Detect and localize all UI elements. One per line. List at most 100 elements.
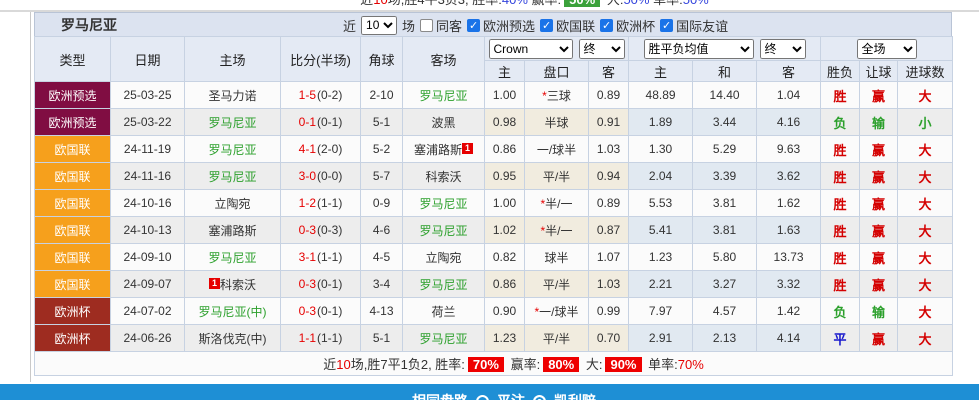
radio-unchecked-icon[interactable] bbox=[476, 394, 489, 400]
home-team: 罗马尼亚 bbox=[184, 243, 281, 271]
summary-win-rate-badge: 70% bbox=[467, 357, 504, 372]
col-header-eu-draw: 和 bbox=[692, 60, 758, 82]
match-date: 24-09-07 bbox=[110, 270, 185, 298]
ah-away-odds: 0.89 bbox=[587, 81, 630, 109]
col-header-eu-home: 主 bbox=[628, 60, 694, 82]
match-date: 24-11-19 bbox=[110, 135, 185, 163]
near-label: 近 bbox=[343, 18, 357, 34]
result-goals: 大 bbox=[897, 81, 954, 109]
team-history-panel: 罗马尼亚 近 10 场 同客 ✓ 欧洲预选 ✓ 欧国联 ✓ 欧洲杯 ✓ 国际友谊… bbox=[33, 12, 954, 376]
eu-home-odds: 7.97 bbox=[628, 297, 694, 325]
eu-draw-odds: 3.27 bbox=[692, 270, 758, 298]
footer-kelly-label[interactable]: 凯利赔 bbox=[554, 393, 596, 400]
scope-select[interactable]: 全场 bbox=[856, 38, 917, 59]
games-count-select[interactable]: 10 bbox=[361, 15, 398, 35]
asian-final-select[interactable]: 终 bbox=[578, 38, 625, 59]
eu-away-odds: 4.16 bbox=[756, 108, 822, 136]
eu-home-odds: 1.23 bbox=[628, 243, 694, 271]
checkbox-checked-icon[interactable]: ✓ bbox=[540, 18, 554, 32]
footer-flat-stake-label[interactable]: 平注 bbox=[497, 393, 525, 400]
score: 1-1(1-1) bbox=[280, 324, 361, 352]
result-wl: 胜 bbox=[820, 216, 861, 244]
checkbox-checked-icon[interactable]: ✓ bbox=[600, 18, 614, 32]
home-team: 罗马尼亚 bbox=[184, 162, 281, 190]
col-header-corner: 角球 bbox=[360, 36, 403, 82]
asian-odds-group: Crown 终 bbox=[483, 36, 630, 61]
footer-bar: 相同盘路 平注 凯利赔 bbox=[0, 384, 979, 400]
summary-single-label: 单率: bbox=[648, 357, 678, 372]
eu-draw-odds: 5.80 bbox=[692, 243, 758, 271]
eu-home-odds: 1.30 bbox=[628, 135, 694, 163]
euro-avg-select[interactable]: 胜平负均值 bbox=[643, 38, 754, 59]
radio-checked-icon[interactable] bbox=[533, 394, 546, 400]
ah-home-odds: 1.00 bbox=[484, 189, 525, 217]
filter-euro-cup[interactable]: ✓ 欧洲杯 bbox=[600, 16, 655, 35]
checkbox-unchecked-icon[interactable] bbox=[420, 18, 434, 32]
eu-away-odds: 3.62 bbox=[756, 162, 822, 190]
ah-away-odds: 1.03 bbox=[587, 135, 630, 163]
ah-away-odds: 0.87 bbox=[587, 216, 630, 244]
red-card-badge: 1 bbox=[208, 277, 220, 289]
summary-record: 场,胜4平3负3, 胜率: bbox=[388, 0, 502, 7]
result-handicap: 赢 bbox=[859, 81, 899, 109]
result-goals: 小 bbox=[897, 108, 954, 136]
summary-prefix: 近 bbox=[360, 0, 373, 7]
table-row: 欧洲预选 25-03-22 罗马尼亚 0-1(0-1) 5-1 波黑 0.98 … bbox=[34, 108, 954, 136]
result-wl: 胜 bbox=[820, 81, 861, 109]
filter-label: 国际友谊 bbox=[676, 18, 729, 34]
ah-home-odds: 0.90 bbox=[484, 297, 525, 325]
col-header-score: 比分(半场) bbox=[280, 36, 361, 82]
eu-away-odds: 13.73 bbox=[756, 243, 822, 271]
away-team: 立陶宛 bbox=[402, 243, 485, 271]
ah-home-odds: 0.98 bbox=[484, 108, 525, 136]
match-type-badge: 欧洲杯 bbox=[34, 297, 111, 325]
home-team: 斯洛伐克(中) bbox=[184, 324, 281, 352]
title-bar: 罗马尼亚 近 10 场 同客 ✓ 欧洲预选 ✓ 欧国联 ✓ 欧洲杯 ✓ 国际友谊 bbox=[34, 12, 952, 36]
filter-nations-league[interactable]: ✓ 欧国联 bbox=[540, 16, 595, 35]
result-wl: 胜 bbox=[820, 135, 861, 163]
score: 1-5(0-2) bbox=[280, 81, 361, 109]
same-away-filter[interactable]: 同客 bbox=[420, 16, 462, 35]
away-team: 罗马尼亚 bbox=[402, 270, 485, 298]
table-row: 欧洲杯 24-06-26 斯洛伐克(中) 1-1(1-1) 5-1 罗马尼亚 1… bbox=[34, 324, 954, 352]
filter-friendly[interactable]: ✓ 国际友谊 bbox=[660, 16, 728, 35]
score: 3-0(0-0) bbox=[280, 162, 361, 190]
match-date: 24-10-16 bbox=[110, 189, 185, 217]
eu-home-odds: 5.53 bbox=[628, 189, 694, 217]
eu-away-odds: 1.04 bbox=[756, 81, 822, 109]
checkbox-checked-icon[interactable]: ✓ bbox=[467, 18, 481, 32]
home-team: 塞浦路斯 bbox=[184, 216, 281, 244]
ah-away-odds: 0.91 bbox=[587, 108, 630, 136]
away-team: 罗马尼亚 bbox=[402, 189, 485, 217]
odds-company-select[interactable]: Crown bbox=[488, 38, 573, 59]
result-wl: 胜 bbox=[820, 189, 861, 217]
same-away-label: 同客 bbox=[436, 18, 463, 34]
euro-final-select[interactable]: 终 bbox=[759, 38, 806, 59]
handicap-line: 一/球半 bbox=[524, 135, 589, 163]
home-team: 立陶宛 bbox=[184, 189, 281, 217]
filter-label: 欧洲预选 bbox=[483, 18, 536, 34]
eu-away-odds: 1.42 bbox=[756, 297, 822, 325]
eu-draw-odds: 3.44 bbox=[692, 108, 758, 136]
match-type-badge: 欧洲预选 bbox=[34, 108, 111, 136]
checkbox-checked-icon[interactable]: ✓ bbox=[660, 18, 674, 32]
filter-euro-qualifier[interactable]: ✓ 欧洲预选 bbox=[467, 16, 535, 35]
col-header-eu-away: 客 bbox=[756, 60, 822, 82]
corners: 2-10 bbox=[360, 81, 403, 109]
col-header-ah-home: 主 bbox=[484, 60, 525, 82]
result-goals: 大 bbox=[897, 162, 954, 190]
handicap-line: 球半 bbox=[524, 243, 589, 271]
result-handicap: 赢 bbox=[859, 324, 899, 352]
summary-prefix: 近 bbox=[323, 357, 337, 372]
handicap-line: *半/一 bbox=[524, 216, 589, 244]
corners: 4-6 bbox=[360, 216, 403, 244]
score: 0-3(0-3) bbox=[280, 216, 361, 244]
result-handicap: 赢 bbox=[859, 135, 899, 163]
away-team: 科索沃 bbox=[402, 162, 485, 190]
eu-away-odds: 3.32 bbox=[756, 270, 822, 298]
corners: 3-4 bbox=[360, 270, 403, 298]
summary-record: 场,胜7平1负2, 胜率: bbox=[350, 357, 465, 372]
result-handicap: 输 bbox=[859, 108, 899, 136]
previous-summary-text: 近10场,胜4平3负3, 胜率:40% 赢率:50% 大:50% 单率:50% bbox=[0, 0, 979, 10]
home-team: 1 科索沃 bbox=[184, 270, 281, 298]
